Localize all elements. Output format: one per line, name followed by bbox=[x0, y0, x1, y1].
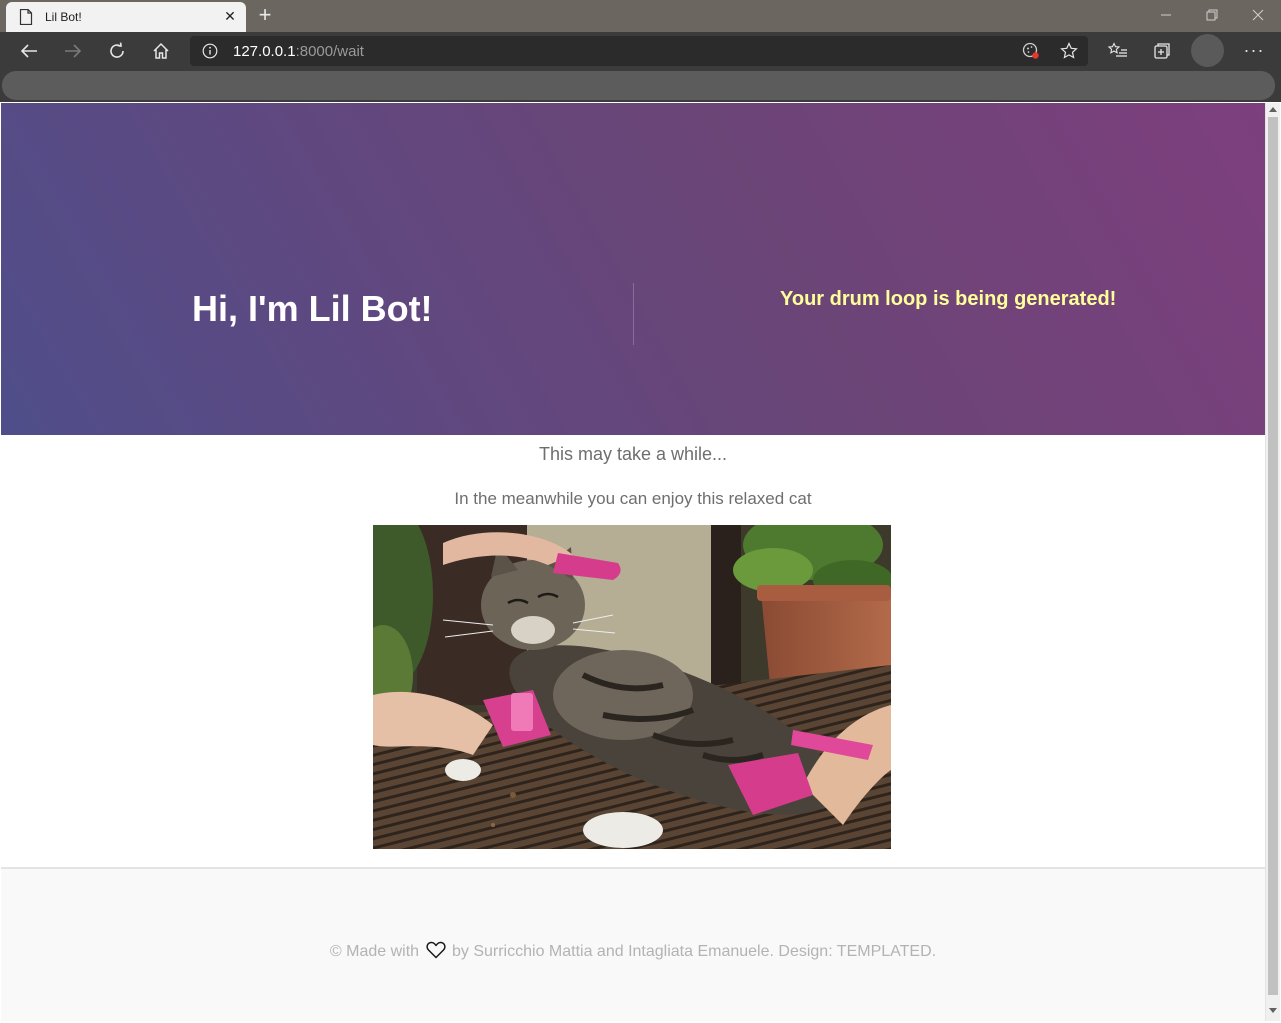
hero-title: Hi, I'm Lil Bot! bbox=[192, 288, 433, 329]
favorites-bar bbox=[0, 70, 1281, 102]
browser-tab[interactable]: Lil Bot! ✕ bbox=[6, 2, 246, 32]
favorites-bar-track bbox=[2, 71, 1275, 100]
footer-prefix: © Made with bbox=[329, 943, 420, 960]
close-window-icon[interactable] bbox=[1248, 6, 1268, 26]
address-host: 127.0.0.1 bbox=[233, 43, 296, 60]
tab-close-icon[interactable]: ✕ bbox=[222, 8, 238, 24]
back-icon[interactable] bbox=[15, 37, 43, 65]
info-icon[interactable] bbox=[202, 43, 218, 59]
scroll-up-icon[interactable] bbox=[1269, 107, 1277, 112]
generation-status: Your drum loop is being generated! bbox=[780, 288, 1117, 310]
tab-title: Lil Bot! bbox=[45, 10, 82, 24]
footer-credits: © Made with by Surricchio Mattia and Int… bbox=[1, 941, 1265, 961]
page-footer: © Made with by Surricchio Mattia and Int… bbox=[1, 867, 1265, 1021]
profile-avatar[interactable] bbox=[1191, 34, 1224, 67]
address-path: :8000/wait bbox=[295, 43, 364, 60]
forward-icon[interactable] bbox=[59, 37, 87, 65]
address-text: 127.0.0.1:8000/wait bbox=[233, 43, 364, 60]
cat-message: In the meanwhile you can enjoy this rela… bbox=[454, 489, 812, 508]
home-icon[interactable] bbox=[147, 37, 175, 65]
page-icon bbox=[19, 9, 33, 25]
tracking-prevention-icon[interactable] bbox=[1022, 42, 1040, 60]
restore-icon[interactable] bbox=[1202, 6, 1222, 26]
relaxed-cat-image bbox=[373, 525, 891, 849]
hero-banner: Hi, I'm Lil Bot! Your drum loop is being… bbox=[1, 103, 1265, 435]
collections-icon[interactable] bbox=[1148, 37, 1176, 65]
minimize-icon[interactable] bbox=[1156, 6, 1176, 26]
browser-toolbar: 127.0.0.1:8000/wait ··· bbox=[0, 32, 1281, 70]
more-options-icon[interactable]: ··· bbox=[1242, 37, 1266, 65]
new-tab-button[interactable]: + bbox=[254, 4, 276, 26]
favorites-icon[interactable] bbox=[1104, 37, 1132, 65]
wait-message: This may take a while... bbox=[538, 444, 728, 464]
scroll-thumb[interactable] bbox=[1268, 117, 1278, 995]
page-viewport: Hi, I'm Lil Bot! Your drum loop is being… bbox=[1, 103, 1265, 1021]
heart-icon bbox=[425, 941, 446, 959]
scroll-down-icon[interactable] bbox=[1269, 1008, 1277, 1013]
footer-suffix: by Surricchio Mattia and Intagliata Eman… bbox=[451, 943, 937, 960]
refresh-icon[interactable] bbox=[103, 37, 131, 65]
favorite-star-icon[interactable] bbox=[1060, 42, 1078, 60]
address-bar[interactable]: 127.0.0.1:8000/wait bbox=[190, 36, 1088, 66]
page-scrollbar[interactable] bbox=[1265, 103, 1280, 1021]
hero-divider bbox=[633, 283, 634, 345]
browser-titlebar: Lil Bot! ✕ + bbox=[0, 0, 1281, 32]
